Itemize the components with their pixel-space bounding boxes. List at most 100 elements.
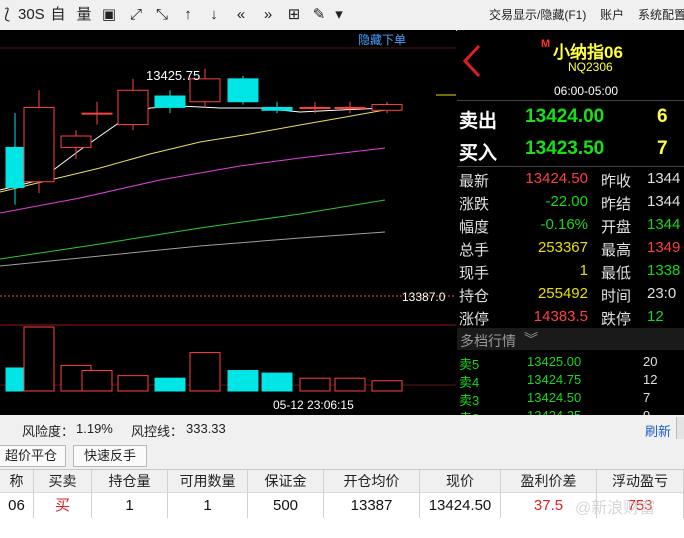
settings-button[interactable]: 系统配置 [638, 6, 684, 23]
expand-icon[interactable]: ⤢ [126, 4, 146, 26]
super-close-button[interactable]: 超价平仓 [0, 445, 66, 467]
arrow-down-icon[interactable]: ↓ [204, 4, 224, 26]
kline-chart[interactable]: 隐藏下单 13425.75 13387.0 05-12 23:06:15 [0, 30, 456, 415]
stat-label: 最高 [601, 242, 632, 259]
column-header[interactable]: 浮动盈亏 [597, 470, 684, 493]
high-price-label: 13425.75 [146, 68, 200, 83]
quick-reverse-button[interactable]: 快速反手 [73, 445, 147, 467]
volume-bar [154, 377, 186, 392]
volume-button[interactable]: 量 [74, 4, 94, 26]
trade-toggle-button[interactable]: 交易显示/隐藏(F1) [489, 6, 586, 23]
price-axis-label: 13387.0 [402, 290, 446, 304]
action-bar: 超价平仓 快速反手 [0, 442, 684, 469]
depth-level-label: 卖3 [459, 393, 480, 408]
column-header[interactable]: 可用数量 [168, 470, 248, 493]
depth-title: 多档行情 [460, 333, 516, 349]
column-header[interactable]: 持仓量 [92, 470, 168, 493]
table-cell: 500 [248, 493, 324, 519]
page-right-icon[interactable]: » [258, 4, 278, 26]
refresh-button[interactable]: 刷新 [645, 421, 671, 440]
column-header[interactable]: 现价 [420, 470, 501, 493]
stat-label: 时间 [601, 288, 632, 305]
candle-body [371, 104, 403, 111]
dropdown-icon[interactable]: ▾ [334, 4, 344, 26]
candle-body [81, 112, 113, 115]
stat-value: 13424.50 [525, 170, 588, 187]
depth-price[interactable]: 13425.00 [527, 354, 581, 369]
stat-label: 幅度 [459, 219, 490, 236]
candle-body [117, 89, 149, 126]
column-header[interactable]: 保证金 [248, 470, 324, 493]
volume-bar [227, 370, 259, 392]
volume-bar [189, 352, 221, 392]
pen-icon[interactable]: ✎ [310, 4, 328, 26]
stat-value: 255492 [537, 285, 588, 302]
candle-body [154, 95, 186, 108]
stat-value: 14383.5 [533, 308, 588, 325]
trading-session: 06:00-05:00 [554, 84, 619, 98]
stat-value: 1344 [647, 193, 681, 210]
account-button[interactable]: 账户 [600, 6, 624, 23]
arrow-up-icon[interactable]: ↑ [178, 4, 198, 26]
buy-price[interactable]: 13423.50 [525, 138, 604, 160]
stat-value: 1338 [647, 262, 681, 279]
column-header[interactable]: 买卖 [34, 470, 92, 493]
column-header[interactable]: 盈利价差 [501, 470, 597, 493]
buy-qty: 7 [657, 138, 668, 159]
candle-body [5, 146, 25, 188]
contract-code: NQ2306 [568, 60, 613, 74]
draw-box-icon[interactable]: ▣ [98, 4, 120, 26]
table-cell: 买 [34, 493, 92, 519]
volume-bar [299, 377, 331, 392]
table-cell: 13387 [324, 493, 420, 519]
stat-label: 涨跌 [459, 196, 490, 213]
shrink-icon[interactable]: ⤡ [152, 4, 172, 26]
column-header[interactable]: 称 [0, 470, 34, 493]
stat-value: 253367 [537, 239, 588, 256]
table-empty-area [0, 518, 684, 538]
risk-value: 1.19% [76, 421, 113, 436]
stat-value: -22.00 [545, 193, 588, 210]
page-left-icon[interactable]: « [230, 4, 252, 26]
scrollbar[interactable] [676, 417, 684, 439]
depth-qty: 12 [643, 372, 658, 387]
goto-start-icon[interactable]: ⟅ [0, 4, 14, 26]
control-value: 333.33 [186, 421, 226, 436]
candle-body [227, 78, 259, 103]
column-header[interactable]: 开仓均价 [324, 470, 420, 493]
period-30s-button[interactable]: 30S [18, 4, 45, 26]
volume-bar [334, 377, 366, 392]
back-arrow-icon[interactable] [461, 44, 483, 78]
table-cell: 1 [168, 493, 248, 519]
stat-label: 昨结 [601, 196, 632, 213]
depth-level-label: 卖4 [459, 375, 480, 390]
stat-value: 12 [647, 308, 664, 325]
hide-order-link[interactable]: 隐藏下单 [358, 33, 406, 47]
stat-label: 最低 [601, 265, 632, 282]
depth-price[interactable]: 13424.50 [527, 390, 581, 405]
watermark: @新浪财富 [575, 500, 656, 517]
volume-bar [117, 375, 149, 392]
stat-label: 涨停 [459, 311, 490, 328]
sell-qty: 6 [657, 106, 668, 127]
stat-value: 1 [579, 262, 588, 279]
grid-icon[interactable]: ⊞ [284, 4, 304, 26]
depth-price[interactable]: 13424.75 [527, 372, 581, 387]
sell-price[interactable]: 13424.00 [525, 106, 604, 128]
depth-qty: 20 [643, 354, 658, 369]
candle-body [334, 106, 366, 109]
table-cell: 1 [92, 493, 168, 519]
control-label: 风控线： [131, 424, 184, 439]
depth-level-label: 卖5 [459, 357, 480, 372]
volume-bar [261, 372, 293, 392]
stat-label: 昨收 [601, 173, 632, 190]
depth-qty: 7 [643, 390, 651, 405]
chevron-down-icon[interactable]: ︾ [524, 329, 538, 349]
sell-label: 卖出 [459, 111, 498, 132]
table-cell: 13424.50 [420, 493, 501, 519]
risk-info-bar: 风险度： 1.19% 风控线： 333.33 刷新 [0, 415, 684, 442]
self-select-button[interactable]: 自 [48, 4, 68, 26]
quote-panel: M 小纳指06 NQ2306 06:00-05:00 卖出 13424.00 6… [457, 30, 684, 426]
divider [457, 100, 684, 101]
stat-label: 持仓 [459, 288, 490, 305]
